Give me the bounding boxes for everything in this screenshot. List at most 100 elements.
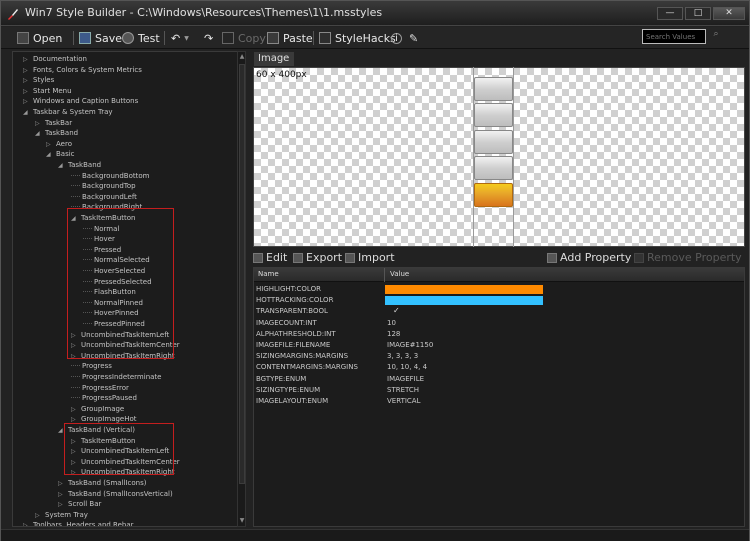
- tree-item[interactable]: ProgressError: [71, 383, 129, 393]
- tree-item-label: ProgressPaused: [82, 394, 137, 403]
- maximize-button[interactable]: □: [685, 7, 711, 20]
- tree-item[interactable]: ▷ TaskBand (SmallIcons): [58, 478, 147, 488]
- tree-item[interactable]: ▷ Toolbars, Headers and Rebar: [23, 520, 134, 526]
- color-swatch[interactable]: [385, 285, 543, 294]
- tools-button[interactable]: ✎: [409, 30, 418, 46]
- scroll-thumb[interactable]: [239, 64, 245, 484]
- property-row[interactable]: IMAGEFILE:FILENAME IMAGE#1150: [254, 340, 744, 351]
- remove-property-button[interactable]: Remove Property: [634, 251, 742, 264]
- stylehacks-label: StyleHacks: [335, 31, 396, 45]
- collapse-arrow-icon[interactable]: ◢: [35, 129, 45, 139]
- expand-arrow-icon[interactable]: ▷: [23, 87, 33, 97]
- tree-scrollbar[interactable]: ▲ ▼: [237, 51, 246, 527]
- property-row[interactable]: HIGHLIGHT:COLOR: [254, 284, 744, 295]
- tree-item[interactable]: ▷ Scroll Bar: [58, 499, 101, 509]
- paste-button[interactable]: Paste: [267, 30, 313, 46]
- tree-item[interactable]: ▷ System Tray: [35, 510, 88, 520]
- minimize-button[interactable]: —: [657, 7, 683, 20]
- column-divider[interactable]: [384, 268, 385, 282]
- copy-button[interactable]: Copy: [222, 30, 266, 46]
- tree-item[interactable]: ▷ Styles: [23, 75, 54, 85]
- expand-arrow-icon[interactable]: ▷: [23, 76, 33, 86]
- expand-arrow-icon[interactable]: ▷: [46, 140, 56, 150]
- tree-item[interactable]: ProgressIndeterminate: [71, 372, 161, 382]
- tree-item[interactable]: BackgroundBottom: [71, 171, 149, 181]
- edit-button[interactable]: Edit: [253, 251, 287, 264]
- stylehacks-button[interactable]: StyleHacks: [319, 30, 396, 46]
- redo-button[interactable]: ↷: [204, 30, 213, 46]
- expand-arrow-icon[interactable]: ▷: [58, 500, 68, 510]
- color-swatch[interactable]: [385, 296, 543, 306]
- import-button[interactable]: Import: [345, 251, 395, 264]
- tree-item[interactable]: ▷ Aero: [46, 139, 72, 149]
- expand-arrow-icon[interactable]: ▷: [23, 521, 33, 526]
- properties-grid: Name Value HIGHLIGHT:COLOR HOTTRACKING:CO…: [253, 267, 745, 527]
- property-value[interactable]: 10: [387, 318, 396, 329]
- tree-item[interactable]: ◢ TaskBand: [58, 160, 101, 170]
- tree-item[interactable]: ▷ Fonts, Colors & System Metrics: [23, 65, 142, 75]
- property-value[interactable]: STRETCH: [387, 385, 419, 396]
- save-button[interactable]: Save: [79, 30, 122, 46]
- add-property-button[interactable]: Add Property: [547, 251, 631, 264]
- search-icon[interactable]: ⌕: [708, 29, 724, 44]
- property-row[interactable]: SIZINGTYPE:ENUM STRETCH: [254, 385, 744, 396]
- expand-arrow-icon[interactable]: ▷: [23, 66, 33, 76]
- column-header-value[interactable]: Value: [390, 270, 409, 278]
- tab-image[interactable]: Image: [254, 52, 294, 66]
- property-value[interactable]: VERTICAL: [387, 396, 420, 407]
- tree-item[interactable]: ▷ Start Menu: [23, 86, 72, 96]
- tree-item[interactable]: ◢ Taskbar & System Tray: [23, 107, 113, 117]
- property-row[interactable]: TRANSPARENT:BOOL ✓: [254, 306, 744, 317]
- undo-button[interactable]: ↶ ▼: [171, 30, 189, 46]
- scroll-down-icon[interactable]: ▼: [238, 517, 246, 525]
- test-button[interactable]: Test: [122, 30, 160, 46]
- property-row[interactable]: CONTENTMARGINS:MARGINS 10, 10, 4, 4: [254, 362, 744, 373]
- tree-item-label: Start Menu: [33, 86, 72, 95]
- property-value[interactable]: 10, 10, 4, 4: [387, 362, 427, 373]
- expand-arrow-icon[interactable]: ▷: [35, 119, 45, 129]
- property-row[interactable]: SIZINGMARGINS:MARGINS 3, 3, 3, 3: [254, 351, 744, 362]
- property-value[interactable]: 128: [387, 329, 400, 340]
- image-frame: [474, 103, 513, 127]
- import-label: Import: [358, 251, 395, 264]
- search-input[interactable]: [642, 29, 706, 44]
- tree-item[interactable]: ◢ Basic: [46, 149, 75, 159]
- expand-arrow-icon[interactable]: ▷: [58, 479, 68, 489]
- expand-arrow-icon[interactable]: ▷: [71, 405, 81, 415]
- property-row[interactable]: ALPHATHRESHOLD:INT 128: [254, 329, 744, 340]
- collapse-arrow-icon[interactable]: ◢: [58, 161, 68, 171]
- checkbox[interactable]: ✓: [393, 307, 401, 315]
- tree-item[interactable]: ▷ TaskBand (SmallIconsVertical): [58, 489, 173, 499]
- collapse-arrow-icon[interactable]: ◢: [46, 150, 56, 160]
- expand-arrow-icon[interactable]: ▷: [23, 97, 33, 107]
- expand-arrow-icon[interactable]: ▷: [58, 490, 68, 500]
- tree-item[interactable]: ▷ GroupImage: [71, 404, 124, 414]
- property-name: ALPHATHRESHOLD:INT: [256, 329, 336, 338]
- property-row[interactable]: IMAGELAYOUT:ENUM VERTICAL: [254, 396, 744, 407]
- tree-item[interactable]: ◢ TaskBand: [35, 128, 78, 138]
- scroll-up-icon[interactable]: ▲: [238, 53, 246, 61]
- expand-arrow-icon[interactable]: ▷: [35, 511, 45, 521]
- image-frame: [474, 77, 513, 101]
- tree-item[interactable]: BackgroundTop: [71, 181, 136, 191]
- expand-arrow-icon[interactable]: ▷: [23, 55, 33, 65]
- close-button[interactable]: ✕: [713, 7, 745, 20]
- tree-item[interactable]: BackgroundLeft: [71, 192, 137, 202]
- tree-item[interactable]: ▷ Documentation: [23, 54, 87, 64]
- property-row[interactable]: IMAGECOUNT:INT 10: [254, 318, 744, 329]
- tree-item[interactable]: ▷ TaskBar: [35, 118, 72, 128]
- info-button[interactable]: i: [391, 30, 402, 46]
- property-value[interactable]: 3, 3, 3, 3: [387, 351, 418, 362]
- column-header-name[interactable]: Name: [258, 270, 279, 278]
- property-value[interactable]: IMAGEFILE: [387, 374, 424, 385]
- tree-item[interactable]: ▷ Windows and Caption Buttons: [23, 96, 138, 106]
- export-button[interactable]: Export: [293, 251, 342, 264]
- collapse-arrow-icon[interactable]: ◢: [23, 108, 33, 118]
- open-button[interactable]: Open: [17, 30, 62, 46]
- property-value[interactable]: IMAGE#1150: [387, 340, 433, 351]
- toolbar-divider: [73, 31, 74, 45]
- property-row[interactable]: HOTTRACKING:COLOR: [254, 295, 744, 306]
- property-row[interactable]: BGTYPE:ENUM IMAGEFILE: [254, 374, 744, 385]
- tree-item[interactable]: Progress: [71, 361, 112, 371]
- tree-item[interactable]: ProgressPaused: [71, 393, 137, 403]
